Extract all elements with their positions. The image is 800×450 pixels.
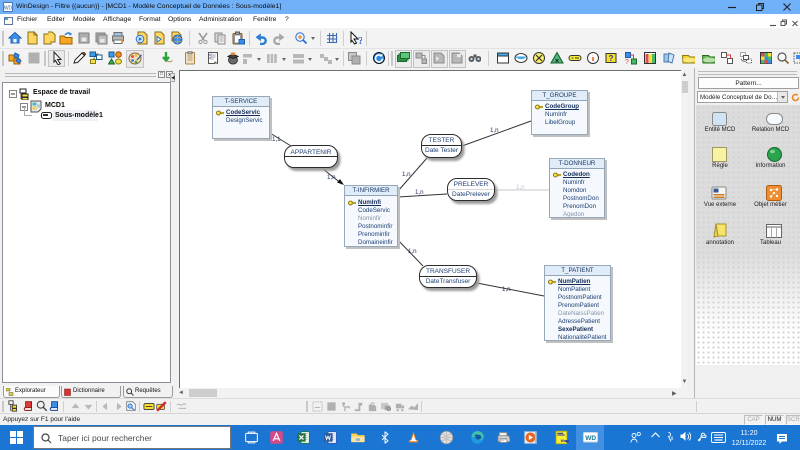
svg-text:WD: WD [4,6,13,12]
svg-text:?: ? [625,59,629,65]
svg-text:Word: Word [561,439,569,443]
svg-text:?: ? [358,35,362,45]
svg-text:WD: WD [585,435,596,442]
svg-text:x: x [671,436,674,442]
svg-text:?: ? [609,54,614,63]
